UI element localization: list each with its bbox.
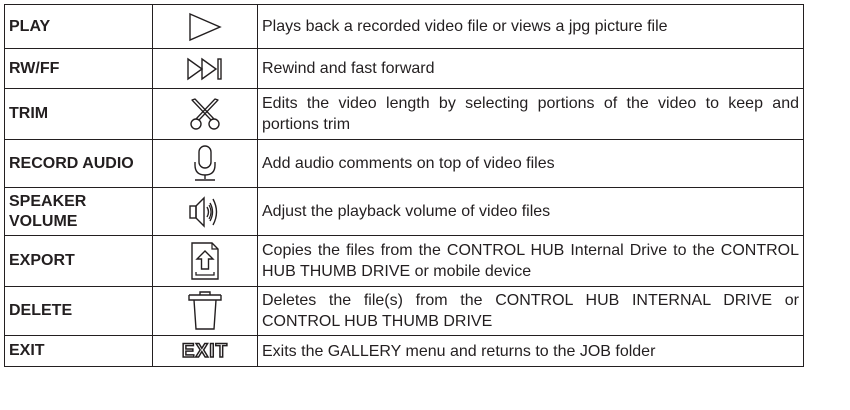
table-row: PLAY Plays back a recorded video file or… bbox=[4, 4, 804, 49]
control-description: Exits the GALLERY menu and returns to th… bbox=[257, 335, 804, 367]
exit-icon-text: EXIT bbox=[182, 341, 228, 362]
control-name: DELETE bbox=[4, 286, 153, 336]
control-description: Copies the files from the CONTROL HUB In… bbox=[257, 235, 804, 287]
table-row: RW/FF Rewind and fast forward bbox=[4, 48, 804, 89]
control-description: Deletes the file(s) from the CONTROL HUB… bbox=[257, 286, 804, 336]
control-description: Rewind and fast forward bbox=[257, 48, 804, 89]
export-icon bbox=[190, 241, 220, 281]
rewind-fast-forward-icon bbox=[185, 56, 225, 82]
speaker-icon bbox=[188, 195, 222, 229]
table-row: EXPORT Copies the files from the CONTROL… bbox=[4, 235, 804, 287]
table-row: EXIT EXIT Exits the GALLERY menu and ret… bbox=[4, 335, 804, 367]
microphone-icon bbox=[192, 144, 218, 184]
control-description: Add audio comments on top of video files bbox=[257, 139, 804, 188]
table-row: SPEAKER VOLUME Adjust the playback volum… bbox=[4, 187, 804, 236]
control-name: RW/FF bbox=[4, 48, 153, 89]
control-description: Adjust the playback volume of video file… bbox=[257, 187, 804, 236]
control-name: RECORD AUDIO bbox=[4, 139, 153, 188]
control-name: SPEAKER VOLUME bbox=[4, 187, 153, 236]
play-icon bbox=[186, 12, 224, 42]
table-row: DELETE Deletes the file(s) from the CONT… bbox=[4, 286, 804, 336]
control-name: PLAY bbox=[4, 4, 153, 49]
control-description: Plays back a recorded video file or view… bbox=[257, 4, 804, 49]
exit-icon: EXIT bbox=[179, 340, 231, 362]
control-name: EXPORT bbox=[4, 235, 153, 287]
table-row: RECORD AUDIO Add audio comments on top o… bbox=[4, 139, 804, 188]
trash-icon bbox=[186, 290, 224, 332]
control-name: TRIM bbox=[4, 88, 153, 140]
control-description: Edits the video length by selecting port… bbox=[257, 88, 804, 140]
gallery-controls-table: PLAY Plays back a recorded video file or… bbox=[4, 4, 804, 367]
scissors-icon bbox=[187, 96, 223, 132]
table-row: TRIM Edits the video length by selecting… bbox=[4, 88, 804, 140]
control-name: EXIT bbox=[4, 335, 153, 367]
